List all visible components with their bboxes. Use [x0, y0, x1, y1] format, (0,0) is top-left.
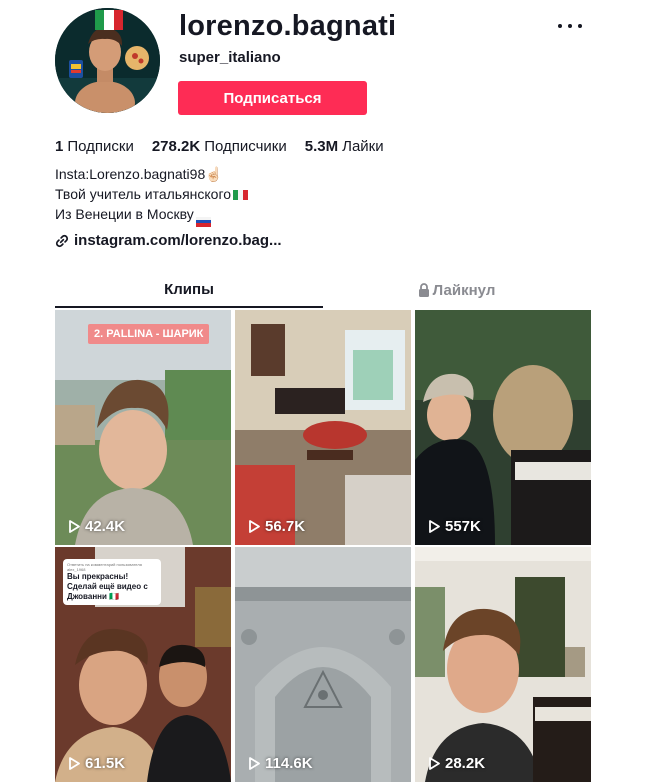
- video-views: 557K: [429, 518, 481, 535]
- profile-tabs: Клипы Лайкнул: [55, 272, 590, 308]
- followers-count: 278.2K: [151, 138, 201, 155]
- italy-flag-icon: [233, 185, 249, 200]
- nickname: super_italiano: [179, 49, 281, 66]
- bio-line-2: Твой учитель итальянского: [55, 184, 249, 204]
- video-tile[interactable]: 28.2K: [415, 547, 591, 782]
- russia-flag-icon: [195, 216, 211, 227]
- bio-instagram-text: Insta:Lorenzo.bagnati98: [55, 166, 206, 182]
- likes-stat: 5.3M Лайки: [305, 138, 384, 155]
- lock-icon: [418, 283, 429, 297]
- follow-button[interactable]: Подписаться: [178, 81, 367, 115]
- video-grid: 2. PALLINA - ШАРИК 42.4K 56.7K 557K Отве…: [55, 310, 591, 782]
- video-views-count: 61.5K: [85, 755, 126, 772]
- video-views: 42.4K: [69, 518, 125, 535]
- play-icon: [429, 520, 440, 533]
- video-tile[interactable]: 557K: [415, 310, 591, 545]
- reply-text: Вы прекрасны! Сделай ещё видео с Джованн…: [67, 572, 148, 601]
- play-icon: [429, 757, 440, 770]
- bio-city-text: Из Венеции в Москву: [55, 206, 194, 222]
- tab-liked[interactable]: Лайкнул: [323, 272, 590, 308]
- video-views: 28.2K: [429, 755, 485, 772]
- bio-link[interactable]: instagram.com/lorenzo.bag...: [55, 232, 282, 249]
- following-label: Подписки: [67, 138, 134, 155]
- following-count: 1: [55, 138, 64, 155]
- video-views-count: 28.2K: [445, 755, 486, 772]
- tab-clips[interactable]: Клипы: [55, 272, 323, 308]
- bio-line-3: Из Венеции в Москву: [55, 204, 248, 227]
- video-views-count: 56.7K: [265, 518, 306, 535]
- following-stat[interactable]: 1 Подписки: [55, 138, 134, 155]
- video-views-count: 557K: [445, 518, 481, 535]
- reply-header: Ответить на комментарий пользователя ale…: [67, 562, 142, 572]
- more-options-icon[interactable]: [558, 18, 582, 34]
- pointing-up-emoji: ☝🏻: [205, 166, 223, 182]
- video-views-count: 42.4K: [85, 518, 126, 535]
- video-tile[interactable]: Ответить на комментарий пользователя ale…: [55, 547, 231, 782]
- username: lorenzo.bagnati: [179, 10, 397, 42]
- bio: Insta:Lorenzo.bagnati98☝🏻 Твой учитель и…: [55, 164, 249, 227]
- video-views-count: 114.6K: [265, 755, 313, 772]
- followers-stat[interactable]: 278.2K Подписчики: [152, 138, 287, 155]
- video-tile[interactable]: 114.6K: [235, 547, 411, 782]
- video-tile[interactable]: 56.7K: [235, 310, 411, 545]
- likes-count: 5.3M: [304, 138, 339, 155]
- bio-line-1: Insta:Lorenzo.bagnati98☝🏻: [55, 164, 248, 184]
- tab-liked-label: Лайкнул: [432, 281, 496, 299]
- video-tile[interactable]: 2. PALLINA - ШАРИК 42.4K: [55, 310, 231, 545]
- profile-stats: 1 Подписки 278.2K Подписчики 5.3M Лайки: [55, 138, 402, 155]
- link-icon: [55, 234, 69, 247]
- play-icon: [69, 520, 80, 533]
- comment-reply-sticker: Ответить на комментарий пользователя ale…: [63, 559, 161, 605]
- play-icon: [249, 520, 260, 533]
- bio-link-text: instagram.com/lorenzo.bag...: [74, 232, 282, 249]
- video-caption-badge: 2. PALLINA - ШАРИК: [88, 324, 210, 344]
- video-views: 114.6K: [249, 755, 313, 772]
- followers-label: Подписчики: [204, 138, 287, 155]
- italy-flag-icon: [95, 10, 123, 30]
- likes-label: Лайки: [342, 138, 384, 155]
- video-views: 61.5K: [69, 755, 125, 772]
- bio-teacher-text: Твой учитель итальянского: [55, 186, 232, 202]
- play-icon: [249, 757, 260, 770]
- play-icon: [69, 757, 80, 770]
- video-views: 56.7K: [249, 518, 305, 535]
